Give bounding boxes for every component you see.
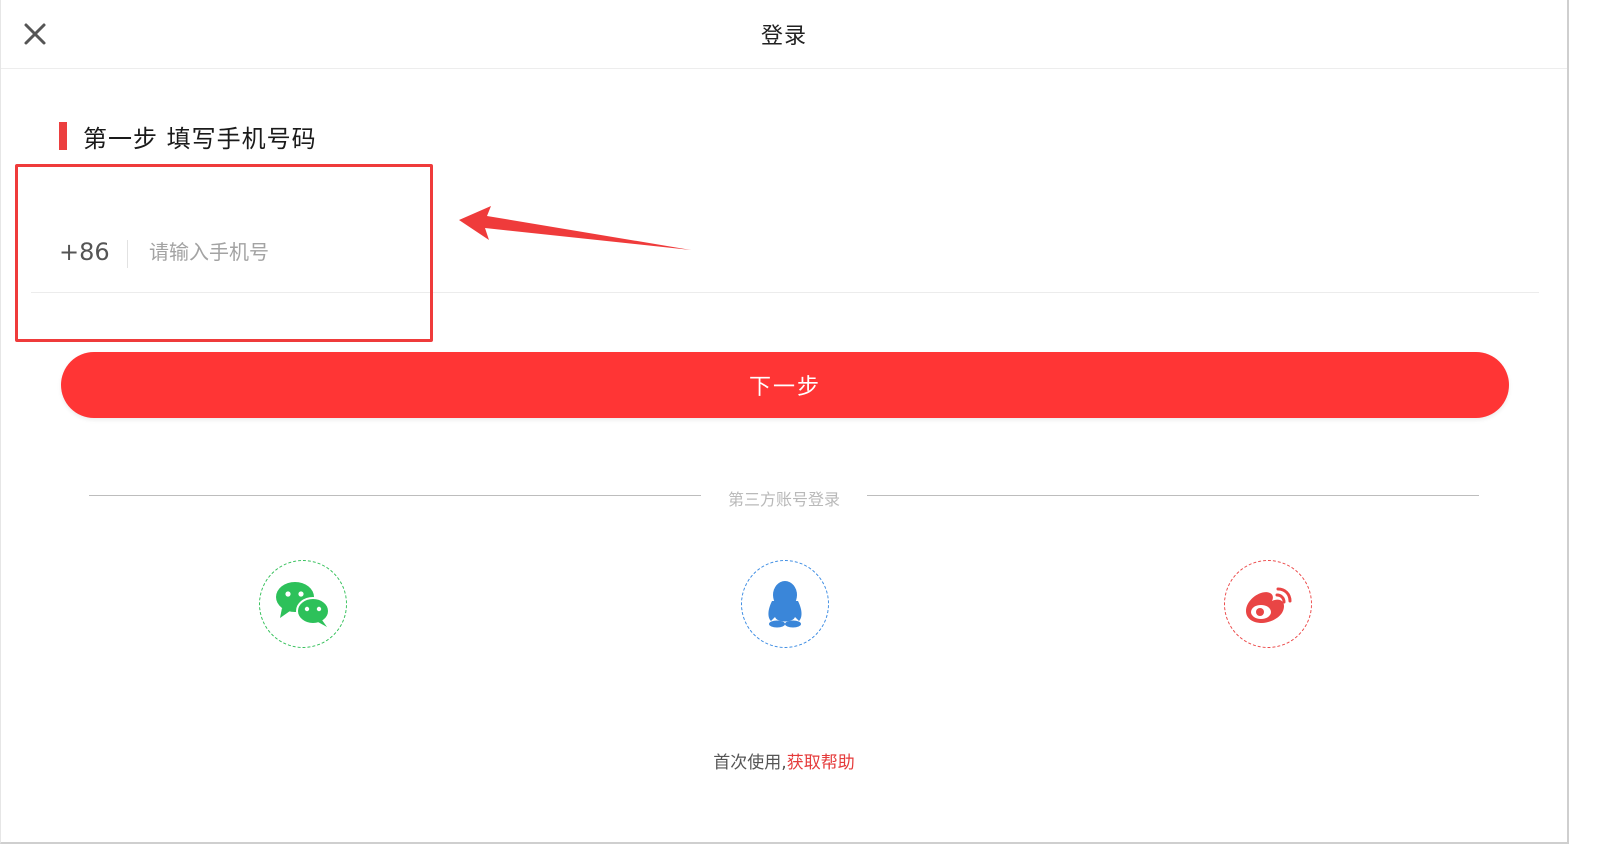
- title-bar: 登录: [1, 0, 1567, 69]
- third-party-label: 第三方账号登录: [727, 490, 840, 509]
- phone-field-row: +86: [31, 220, 1539, 293]
- step-accent-bar: [59, 122, 67, 150]
- login-window: 登录 第一步 填写手机号码 +86 下一步 第三方账号登录: [0, 0, 1569, 844]
- page-title: 登录: [760, 24, 807, 49]
- wechat-login-button[interactable]: [259, 560, 347, 648]
- step-heading-text: 第一步 填写手机号码: [83, 124, 317, 153]
- separator-line-left: [89, 495, 701, 496]
- qq-login-button[interactable]: [741, 560, 829, 648]
- help-text: 首次使用,获取帮助: [1, 748, 1567, 773]
- get-help-link[interactable]: 获取帮助: [787, 753, 855, 773]
- separator-line-right: [867, 495, 1479, 496]
- phone-input[interactable]: [149, 234, 749, 270]
- weibo-login-button[interactable]: [1224, 560, 1312, 648]
- qq-icon: [768, 581, 802, 628]
- next-step-button[interactable]: 下一步: [61, 352, 1509, 418]
- weibo-icon: [1246, 587, 1292, 623]
- third-party-separator: 第三方账号登录: [89, 484, 1479, 509]
- step-heading: 第一步 填写手机号码: [59, 120, 317, 153]
- country-code[interactable]: +86: [59, 238, 110, 266]
- wechat-icon: [276, 582, 330, 627]
- field-divider: [127, 240, 128, 268]
- help-prefix: 首次使用,: [713, 753, 787, 773]
